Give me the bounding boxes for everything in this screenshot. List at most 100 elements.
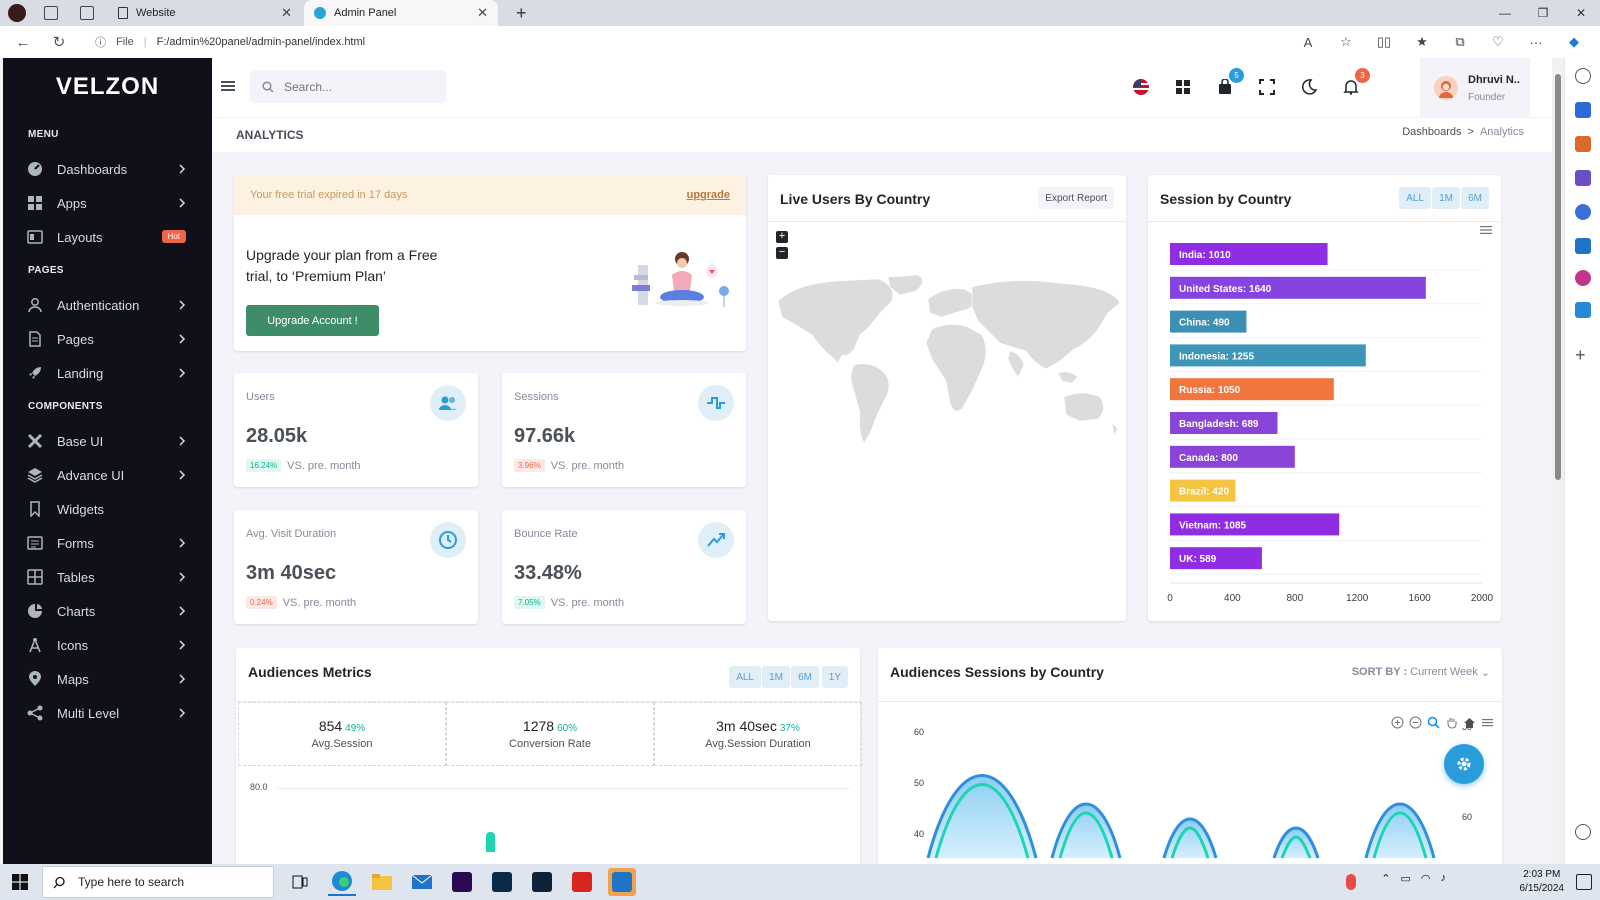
edge-icon[interactable] <box>328 868 356 896</box>
favorites-icon[interactable]: ★ <box>1404 26 1440 58</box>
games-icon[interactable] <box>1575 170 1591 186</box>
collections-icon[interactable]: ⧉ <box>1442 26 1478 58</box>
dark-mode-icon[interactable] <box>1296 74 1322 100</box>
pencil-ruler-icon <box>27 433 43 449</box>
notification-center-icon[interactable] <box>1576 874 1592 890</box>
new-tab-button[interactable]: + <box>516 3 527 24</box>
back-button[interactable]: ← <box>6 26 40 58</box>
close-icon[interactable]: ✕ <box>281 5 292 21</box>
scrollbar-thumb[interactable] <box>1555 74 1561 480</box>
taskbar-search[interactable]: Type here to search <box>42 866 274 898</box>
page-scrollbar[interactable] <box>1552 58 1564 864</box>
windows-start-icon[interactable] <box>12 874 28 890</box>
url-field[interactable]: ⓘ File | F:/admin%20panel/admin-panel/in… <box>95 32 365 52</box>
sidebar-item-authentication[interactable]: Authentication <box>3 288 212 322</box>
filter-all-button[interactable]: ALL <box>1399 187 1431 209</box>
sidebar-item-landing[interactable]: Landing <box>3 356 212 390</box>
sidebar-item-apps[interactable]: Apps <box>3 186 212 220</box>
sidebar-item-multi-level[interactable]: Multi Level <box>3 696 212 730</box>
world-map[interactable] <box>768 273 1126 463</box>
info-icon: ⓘ <box>95 37 106 49</box>
hamburger-icon[interactable] <box>220 78 236 94</box>
sidebar-item-forms[interactable]: Forms <box>3 526 212 560</box>
tag-icon[interactable] <box>1575 102 1591 118</box>
map-zoom-in-button[interactable]: + <box>776 231 788 243</box>
filter-6m-button[interactable]: 6M <box>1461 187 1489 209</box>
tab-website[interactable]: Website ✕ <box>108 0 302 26</box>
user-menu[interactable]: Dhruvi N.. Founder <box>1420 58 1530 118</box>
export-report-button[interactable]: Export Report <box>1038 187 1114 209</box>
volume-icon[interactable]: ♪ <box>1441 872 1447 885</box>
sidebar-item-charts[interactable]: Charts <box>3 594 212 628</box>
drop-icon[interactable] <box>1575 302 1591 318</box>
outlook-icon[interactable] <box>1575 238 1591 254</box>
fullscreen-icon[interactable] <box>1254 74 1280 100</box>
profile-icon[interactable] <box>8 4 26 22</box>
sidebar-item-layouts[interactable]: Layouts Hot <box>3 220 212 254</box>
refresh-button[interactable]: ↻ <box>42 26 76 58</box>
filter-all-button[interactable]: ALL <box>729 666 761 688</box>
card-divider <box>1148 221 1501 222</box>
acrobat-icon[interactable] <box>568 868 596 896</box>
outlook-icon[interactable] <box>608 868 636 896</box>
sidebar-item-base-ui[interactable]: Base UI <box>3 424 212 458</box>
m365-icon[interactable] <box>1575 204 1591 220</box>
close-icon[interactable]: ✕ <box>477 5 488 21</box>
sidebar-item-icons[interactable]: Icons <box>3 628 212 662</box>
file-explorer-icon[interactable] <box>368 868 396 896</box>
logo[interactable]: VELZON <box>3 58 212 116</box>
settings-fab-button[interactable] <box>1444 744 1484 784</box>
browser-essentials-icon[interactable]: ♡ <box>1480 26 1516 58</box>
add-icon[interactable]: + <box>1575 346 1591 364</box>
filter-1m-button[interactable]: 1M <box>1432 187 1460 209</box>
sort-label: SORT BY : <box>1351 666 1408 678</box>
breadcrumb-dashboards[interactable]: Dashboards <box>1402 126 1461 138</box>
us-flag-icon[interactable] <box>1128 74 1154 100</box>
sidebar-item-maps[interactable]: Maps <box>3 662 212 696</box>
split-screen-icon[interactable]: ▯▯ <box>1366 26 1402 58</box>
upgrade-link[interactable]: upgrade <box>687 189 730 201</box>
wifi-icon[interactable]: ◠ <box>1421 872 1431 885</box>
workspaces-icon[interactable] <box>44 6 58 20</box>
filter-1y-button[interactable]: 1Y <box>821 666 848 688</box>
read-aloud-icon[interactable]: A <box>1290 26 1326 58</box>
globe-icon <box>314 7 326 19</box>
designer-icon[interactable] <box>1575 270 1591 286</box>
restore-button[interactable]: ❐ <box>1524 0 1562 26</box>
sidebar-item-tables[interactable]: Tables <box>3 560 212 594</box>
cart-count-badge: 5 <box>1229 68 1244 83</box>
sidebar-item-pages[interactable]: Pages <box>3 322 212 356</box>
breadcrumb-analytics: Analytics <box>1479 126 1524 138</box>
photoshop-icon[interactable] <box>488 868 516 896</box>
search-icon[interactable] <box>1575 68 1591 84</box>
close-window-button[interactable]: ✕ <box>1562 0 1600 26</box>
display-icon[interactable]: ▭ <box>1400 872 1410 885</box>
filter-6m-button[interactable]: 6M <box>791 666 819 688</box>
notifications-button[interactable]: 3 <box>1338 68 1370 100</box>
more-icon[interactable]: ··· <box>1518 26 1554 58</box>
chevron-up-icon[interactable]: ⌃ <box>1381 872 1390 885</box>
sidebar-item-widgets[interactable]: Widgets <box>3 492 212 526</box>
cart-button[interactable]: 5 <box>1212 68 1244 100</box>
premiere-icon[interactable] <box>448 868 476 896</box>
mail-icon[interactable] <box>408 868 436 896</box>
sort-dropdown[interactable]: SORT BY : Current Week ⌄ <box>1352 666 1490 679</box>
lightroom-icon[interactable] <box>528 868 556 896</box>
upgrade-account-button[interactable]: Upgrade Account ! <box>246 305 379 336</box>
tab-actions-icon[interactable] <box>80 6 94 20</box>
copilot-icon[interactable]: ◆ <box>1556 26 1592 58</box>
sidebar-item-dashboards[interactable]: Dashboards <box>3 152 212 186</box>
task-view-icon[interactable] <box>286 868 314 896</box>
map-zoom-out-button[interactable]: − <box>776 247 788 259</box>
search-input[interactable] <box>284 79 424 94</box>
filter-1m-button[interactable]: 1M <box>762 666 790 688</box>
thermometer-icon[interactable] <box>1346 874 1356 890</box>
tab-admin-panel[interactable]: Admin Panel ✕ <box>304 0 498 26</box>
taskbar-clock[interactable]: 2:03 PM 6/15/2024 <box>1520 868 1565 896</box>
minimize-button[interactable]: — <box>1486 0 1524 26</box>
sidebar-item-advance-ui[interactable]: Advance UI <box>3 458 212 492</box>
toolbox-icon[interactable] <box>1575 136 1591 152</box>
gear-icon[interactable] <box>1575 824 1591 840</box>
apps-grid-icon[interactable] <box>1170 74 1196 100</box>
favorite-star-icon[interactable]: ☆ <box>1328 26 1364 58</box>
